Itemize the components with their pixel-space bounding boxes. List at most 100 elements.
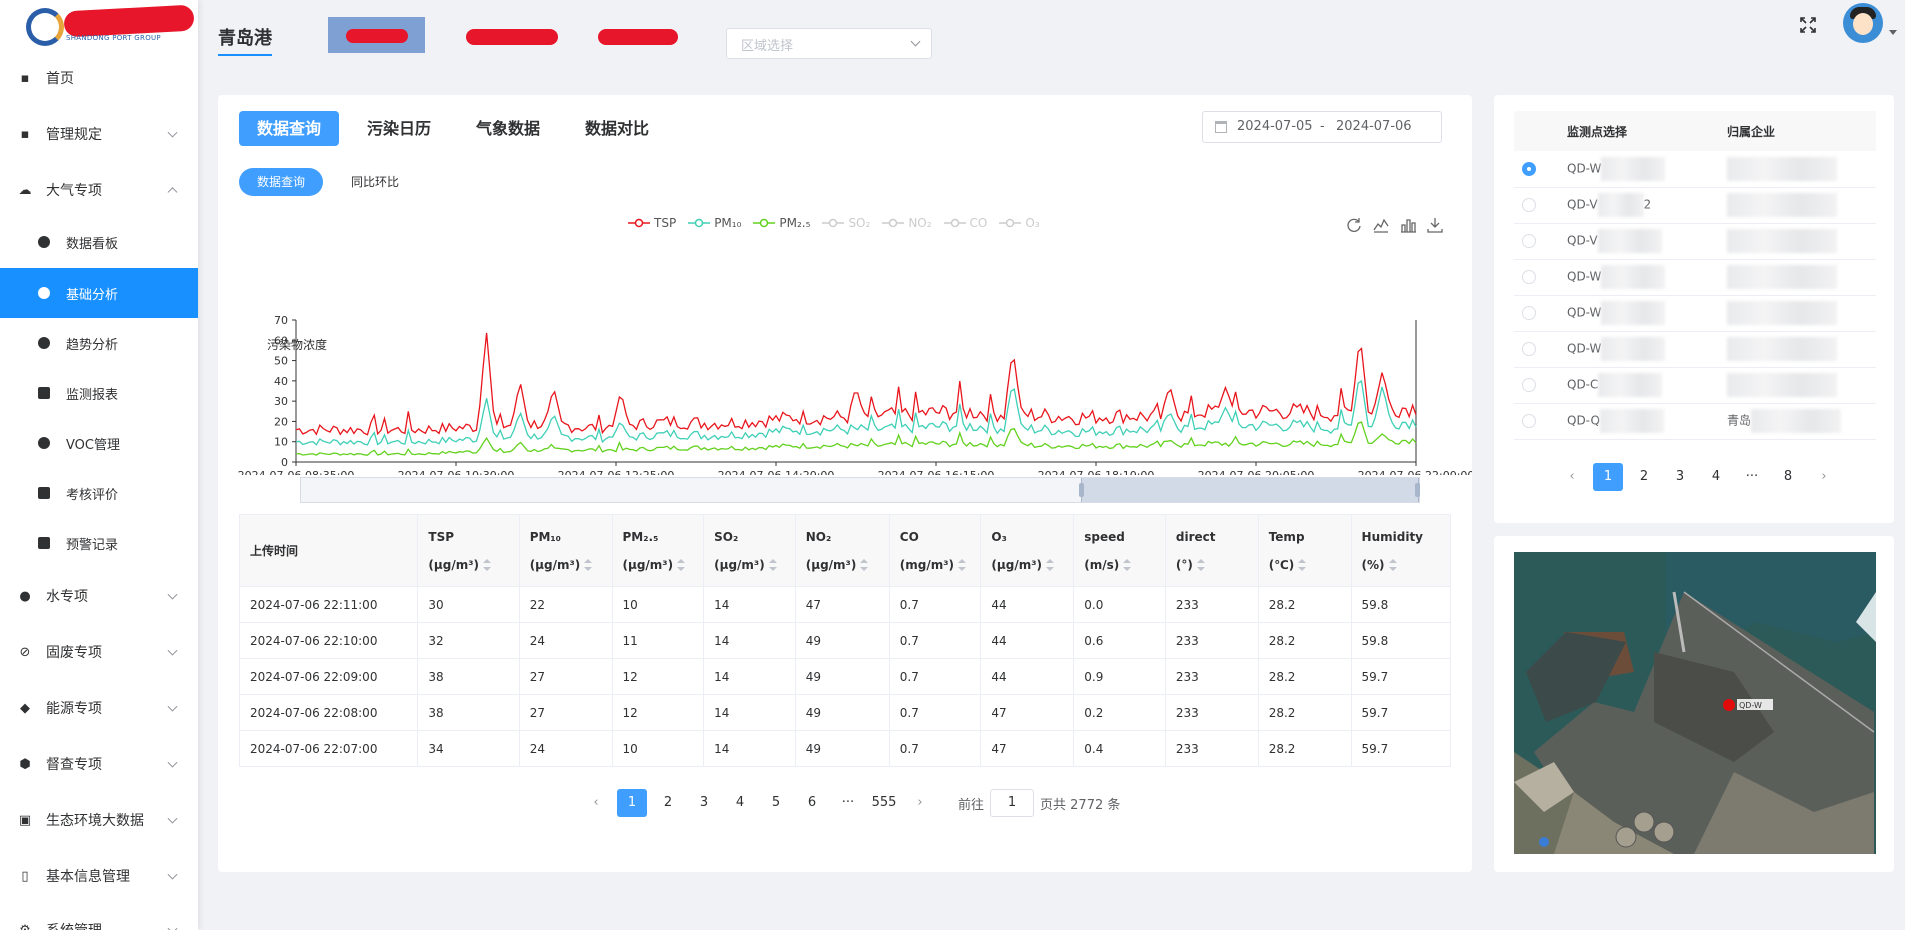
page-button[interactable]: 4 xyxy=(725,789,755,817)
page-button[interactable]: 2 xyxy=(653,789,683,817)
map-marker[interactable] xyxy=(1723,699,1735,711)
prev-page-button[interactable]: ‹ xyxy=(1557,463,1587,491)
page-button[interactable]: 555 xyxy=(869,789,899,817)
column-header[interactable]: 上传时间 xyxy=(238,514,419,587)
sort-icon[interactable] xyxy=(1196,559,1205,571)
page-button[interactable]: 5 xyxy=(761,789,791,817)
site-radio[interactable] xyxy=(1522,234,1536,249)
submenu-trend-analysis[interactable]: 趋势分析 xyxy=(0,318,198,368)
zoom-handle-left[interactable] xyxy=(1079,483,1084,497)
site-row[interactable]: QD-W xyxy=(1514,259,1876,296)
column-header[interactable]: speed (m/s) xyxy=(1073,514,1166,587)
zoom-handle-right[interactable] xyxy=(1415,483,1420,497)
site-row[interactable]: QD-V 2 xyxy=(1514,187,1876,224)
sort-icon[interactable] xyxy=(860,559,869,571)
site-row[interactable]: QD-Q 青岛 xyxy=(1514,403,1876,440)
menu-eco-bigdata[interactable]: ▣ 生态环境大数据 xyxy=(0,795,198,845)
site-page-button[interactable]: ··· xyxy=(1737,463,1767,491)
sort-icon[interactable] xyxy=(1123,559,1132,571)
column-header[interactable]: PM₁₀ (μg/m³) xyxy=(518,514,613,587)
site-row[interactable]: QD-V xyxy=(1514,223,1876,260)
menu-air[interactable]: ☁ 大气专项 xyxy=(0,165,198,215)
column-header[interactable]: O₃ (μg/m³) xyxy=(980,514,1075,587)
bar-chart-icon[interactable] xyxy=(1400,217,1416,233)
satellite-map[interactable]: QD-W xyxy=(1514,552,1876,854)
page-button[interactable]: 1 xyxy=(617,789,647,817)
menu-home[interactable]: ▪ 首页 xyxy=(0,53,198,103)
sort-icon[interactable] xyxy=(584,559,593,571)
submenu-evaluation[interactable]: 考核评价 xyxy=(0,468,198,518)
refresh-icon[interactable] xyxy=(1346,217,1362,233)
subtab-yoy-mom[interactable]: 同比环比 xyxy=(333,168,417,196)
legend-item[interactable]: SO₂ xyxy=(822,216,870,230)
page-button[interactable]: 6 xyxy=(797,789,827,817)
site-page-button[interactable]: 8 xyxy=(1773,463,1803,491)
site-radio[interactable] xyxy=(1522,342,1536,357)
column-header[interactable]: PM₂.₅ (μg/m³) xyxy=(611,514,705,587)
page-button[interactable]: 3 xyxy=(689,789,719,817)
menu-energy[interactable]: ◆ 能源专项 xyxy=(0,683,198,733)
site-radio[interactable] xyxy=(1522,378,1536,393)
page-button[interactable]: ··· xyxy=(833,789,863,817)
download-icon[interactable] xyxy=(1427,217,1443,233)
prev-page-button[interactable]: ‹ xyxy=(581,789,611,817)
subtab-data-query[interactable]: 数据查询 xyxy=(239,168,324,196)
site-radio[interactable] xyxy=(1522,162,1536,176)
site-page-button[interactable]: 1 xyxy=(1593,463,1623,491)
tab-weather-data[interactable]: 气象数据 xyxy=(458,111,558,146)
legend-item[interactable]: NO₂ xyxy=(882,216,932,230)
column-header[interactable]: CO (mg/m³) xyxy=(888,514,982,587)
sort-icon[interactable] xyxy=(1298,559,1307,571)
sort-icon[interactable] xyxy=(768,559,777,571)
submenu-warnings[interactable]: 预警记录 xyxy=(0,518,198,568)
line-chart-icon[interactable] xyxy=(1373,217,1389,233)
menu-water[interactable]: ● 水专项 xyxy=(0,571,198,621)
sort-icon[interactable] xyxy=(1045,559,1054,571)
next-page-button[interactable]: › xyxy=(905,789,935,817)
site-row[interactable]: QD-C xyxy=(1514,367,1876,404)
region-select[interactable]: 区域选择 xyxy=(726,28,932,59)
tab-data-compare[interactable]: 数据对比 xyxy=(567,111,667,146)
goto-input[interactable]: 1 xyxy=(990,789,1035,817)
tab-redacted-2[interactable] xyxy=(466,29,558,45)
site-radio[interactable] xyxy=(1522,306,1536,321)
column-header[interactable]: SO₂ (μg/m³) xyxy=(703,514,796,587)
legend-item[interactable]: O₃ xyxy=(999,216,1040,230)
sort-icon[interactable] xyxy=(482,559,491,571)
caret-down-icon[interactable] xyxy=(1889,30,1897,35)
sort-icon[interactable] xyxy=(677,559,686,571)
column-header[interactable]: TSP (μg/m³) xyxy=(417,514,520,587)
tab-redacted-3[interactable] xyxy=(598,29,678,45)
tab-qingdao-port[interactable]: 青岛港 xyxy=(218,24,272,56)
date-range-picker[interactable]: 2024-07-05 - 2024-07-06 xyxy=(1202,111,1442,143)
data-zoom-slider[interactable] xyxy=(300,477,1420,503)
menu-inspection[interactable]: ⬢ 督查专项 xyxy=(0,739,198,789)
submenu-basic-analysis[interactable]: 基础分析 xyxy=(0,268,198,318)
next-page-button[interactable]: › xyxy=(1809,463,1839,491)
zoom-window[interactable] xyxy=(1081,478,1419,502)
column-header[interactable]: direct (°) xyxy=(1164,514,1259,587)
site-radio[interactable] xyxy=(1522,270,1536,285)
site-row[interactable]: QD-W xyxy=(1514,331,1876,368)
tab-data-query[interactable]: 数据查询 xyxy=(239,111,340,146)
site-page-button[interactable]: 4 xyxy=(1701,463,1731,491)
legend-item[interactable]: CO xyxy=(943,216,987,230)
submenu-report[interactable]: 监测报表 xyxy=(0,368,198,418)
menu-system[interactable]: ⚙ 系统管理 xyxy=(0,905,198,930)
site-page-button[interactable]: 2 xyxy=(1629,463,1659,491)
site-row[interactable]: QD-W xyxy=(1514,151,1876,188)
legend-item[interactable]: PM₁₀ xyxy=(688,216,741,230)
avatar[interactable] xyxy=(1843,3,1883,43)
submenu-voc[interactable]: VOC管理 xyxy=(0,418,198,468)
site-radio[interactable] xyxy=(1522,414,1536,429)
site-row[interactable]: QD-W xyxy=(1514,295,1876,332)
column-header[interactable]: Temp (℃) xyxy=(1257,514,1352,587)
fullscreen-icon[interactable] xyxy=(1799,16,1817,34)
date-start[interactable]: 2024-07-05 xyxy=(1237,119,1313,134)
tab-redacted-1[interactable] xyxy=(328,17,425,53)
menu-regulations[interactable]: ▪ 管理规定 xyxy=(0,109,198,159)
date-end[interactable]: 2024-07-06 xyxy=(1336,119,1412,134)
column-header[interactable]: NO₂ (μg/m³) xyxy=(794,514,890,587)
legend-item[interactable]: PM₂.₅ xyxy=(753,216,810,230)
site-page-button[interactable]: 3 xyxy=(1665,463,1695,491)
